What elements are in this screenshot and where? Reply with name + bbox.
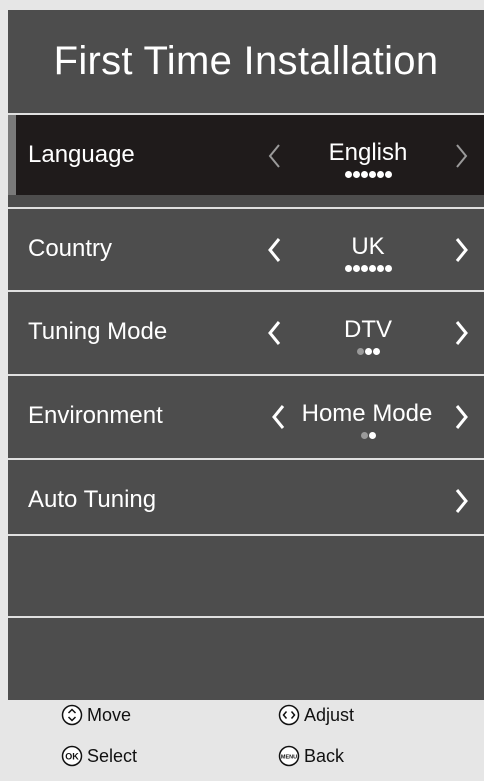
empty-row xyxy=(8,536,484,616)
installation-menu: First Time Installation Language English… xyxy=(8,10,484,781)
row-value: UK xyxy=(351,233,385,260)
ok-button-icon: OK xyxy=(61,745,83,767)
chevron-left-icon[interactable] xyxy=(266,319,282,347)
option-dots xyxy=(288,171,448,178)
option-dot xyxy=(372,348,380,355)
option-dot xyxy=(352,171,360,178)
hint-select: OK Select xyxy=(61,745,137,767)
svg-text:OK: OK xyxy=(65,752,79,762)
option-dot xyxy=(344,171,352,178)
page-title: First Time Installation xyxy=(8,10,484,113)
chevron-left-icon[interactable] xyxy=(266,142,282,170)
menu-row-tuning-mode[interactable]: Tuning Mode DTV xyxy=(8,292,484,372)
hint-move: Move xyxy=(61,704,131,726)
hint-label: Select xyxy=(87,745,138,766)
svg-text:MENU: MENU xyxy=(281,755,297,761)
option-dot xyxy=(376,265,384,272)
row-value: DTV xyxy=(344,316,392,343)
option-dot xyxy=(360,265,368,272)
empty-row xyxy=(8,618,484,700)
option-dots xyxy=(288,348,448,355)
option-dot xyxy=(360,432,368,439)
chevron-left-icon[interactable] xyxy=(266,236,282,264)
menu-row-auto-tuning[interactable]: Auto Tuning xyxy=(8,460,484,540)
option-dot xyxy=(384,171,392,178)
row-value: Home Mode xyxy=(301,400,433,427)
chevron-right-icon[interactable] xyxy=(454,403,470,431)
chevron-right-icon[interactable] xyxy=(454,319,470,347)
hint-adjust: Adjust xyxy=(278,704,354,726)
hint-back: MENU Back xyxy=(278,745,344,767)
row-label: Language xyxy=(28,141,135,168)
option-dots xyxy=(288,265,448,272)
hint-label: Adjust xyxy=(304,704,355,725)
left-right-icon xyxy=(278,704,300,726)
menu-button-icon: MENU xyxy=(278,745,300,767)
option-dot xyxy=(344,265,352,272)
chevron-right-icon[interactable] xyxy=(454,142,470,170)
row-label: Country xyxy=(28,235,113,262)
row-value: English xyxy=(328,139,408,166)
hint-label: Back xyxy=(304,745,345,766)
option-dots xyxy=(288,432,448,439)
row-label: Tuning Mode xyxy=(28,318,168,345)
option-dot xyxy=(368,265,376,272)
menu-row-country[interactable]: Country UK xyxy=(8,209,484,289)
hint-label: Move xyxy=(87,704,132,725)
row-label: Auto Tuning xyxy=(28,486,157,513)
option-dot xyxy=(352,265,360,272)
chevron-right-icon[interactable] xyxy=(454,236,470,264)
button-hints-footer: Move Adjust OK Select MENU Back xyxy=(8,700,484,781)
menu-row-environment[interactable]: Environment Home Mode xyxy=(8,376,484,456)
up-down-icon xyxy=(61,704,83,726)
row-label: Environment xyxy=(28,402,163,429)
option-dot xyxy=(356,348,364,355)
option-dot xyxy=(384,265,392,272)
option-dot xyxy=(368,432,376,439)
option-dot xyxy=(368,171,376,178)
menu-row-language[interactable]: Language English xyxy=(8,115,484,195)
option-dot xyxy=(360,171,368,178)
option-dot xyxy=(364,348,372,355)
option-dot xyxy=(376,171,384,178)
chevron-right-icon[interactable] xyxy=(454,487,470,515)
